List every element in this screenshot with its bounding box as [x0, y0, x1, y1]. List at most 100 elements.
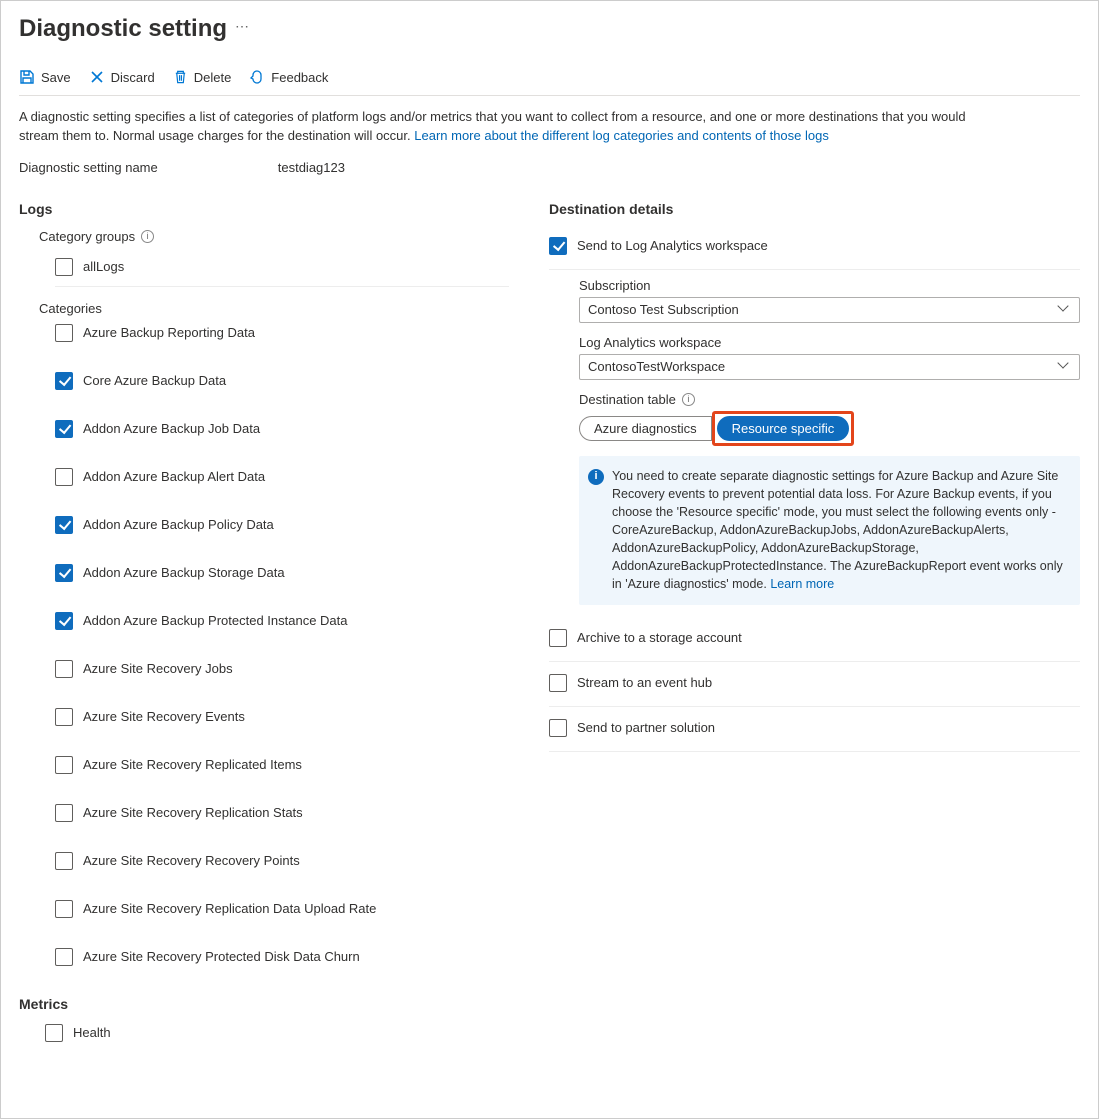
metrics-heading: Metrics — [19, 996, 509, 1012]
chevron-down-icon — [1059, 361, 1071, 373]
setting-name-label: Diagnostic setting name — [19, 160, 158, 175]
toggle-resource-specific[interactable]: Resource specific — [717, 416, 850, 441]
category-label: Azure Site Recovery Replication Data Upl… — [83, 901, 376, 916]
workspace-select[interactable]: ContosoTestWorkspace — [579, 354, 1080, 380]
category-label: Azure Site Recovery Replication Stats — [83, 805, 303, 820]
category-row: Addon Azure Backup Alert Data — [55, 468, 509, 486]
category-row: Azure Site Recovery Protected Disk Data … — [55, 948, 509, 966]
discard-button[interactable]: Discard — [89, 69, 155, 85]
divider — [19, 95, 1080, 96]
category-row: Addon Azure Backup Storage Data — [55, 564, 509, 582]
category-label: Azure Backup Reporting Data — [83, 325, 255, 340]
checkbox-category[interactable] — [55, 708, 73, 726]
checkbox-send-to-law[interactable] — [549, 237, 567, 255]
checkbox-category[interactable] — [55, 756, 73, 774]
category-label: Azure Site Recovery Jobs — [83, 661, 233, 676]
delete-icon — [173, 69, 188, 85]
category-label: Addon Azure Backup Alert Data — [83, 469, 265, 484]
highlight-box: Resource specific — [712, 411, 855, 446]
category-label: Azure Site Recovery Events — [83, 709, 245, 724]
category-row: Addon Azure Backup Protected Instance Da… — [55, 612, 509, 630]
delete-label: Delete — [194, 70, 232, 85]
category-groups-label: Category groups i — [39, 229, 509, 244]
info-learn-more-link[interactable]: Learn more — [770, 577, 834, 591]
metrics-health-label: Health — [73, 1025, 111, 1040]
checkbox-alllogs[interactable] — [55, 258, 73, 276]
checkbox-category[interactable] — [55, 420, 73, 438]
checkbox-destination[interactable] — [549, 629, 567, 647]
subscription-label: Subscription — [579, 278, 1080, 293]
checkbox-health[interactable] — [45, 1024, 63, 1042]
category-label: Addon Azure Backup Policy Data — [83, 517, 274, 532]
checkbox-category[interactable] — [55, 612, 73, 630]
category-row: Core Azure Backup Data — [55, 372, 509, 390]
checkbox-category[interactable] — [55, 852, 73, 870]
checkbox-category[interactable] — [55, 324, 73, 342]
checkbox-category[interactable] — [55, 372, 73, 390]
destination-heading: Destination details — [549, 201, 1080, 217]
description: A diagnostic setting specifies a list of… — [19, 108, 979, 146]
checkbox-category[interactable] — [55, 516, 73, 534]
checkbox-category[interactable] — [55, 660, 73, 678]
destination-label: Archive to a storage account — [577, 630, 742, 645]
feedback-label: Feedback — [271, 70, 328, 85]
checkbox-category[interactable] — [55, 948, 73, 966]
category-label: Azure Site Recovery Protected Disk Data … — [83, 949, 360, 964]
toggle-azure-diagnostics[interactable]: Azure diagnostics — [579, 416, 712, 441]
description-learn-more-link[interactable]: Learn more about the different log categ… — [414, 128, 829, 143]
setting-name-value: testdiag123 — [278, 160, 345, 175]
destination-option-row: Archive to a storage account — [549, 621, 1080, 662]
save-button[interactable]: Save — [19, 69, 71, 85]
save-icon — [19, 69, 35, 85]
category-row: Azure Site Recovery Events — [55, 708, 509, 726]
checkbox-category[interactable] — [55, 900, 73, 918]
category-label: Addon Azure Backup Job Data — [83, 421, 260, 436]
category-label: Addon Azure Backup Storage Data — [83, 565, 285, 580]
category-row: Azure Site Recovery Jobs — [55, 660, 509, 678]
checkbox-category[interactable] — [55, 804, 73, 822]
checkbox-category[interactable] — [55, 468, 73, 486]
category-row: Addon Azure Backup Policy Data — [55, 516, 509, 534]
category-row: Azure Site Recovery Replication Stats — [55, 804, 509, 822]
info-icon: i — [588, 469, 604, 485]
save-label: Save — [41, 70, 71, 85]
category-row: Addon Azure Backup Job Data — [55, 420, 509, 438]
more-menu-icon[interactable]: ⋯ — [235, 18, 249, 41]
category-row: Azure Backup Reporting Data — [55, 324, 509, 342]
checkbox-category[interactable] — [55, 564, 73, 582]
categories-label: Categories — [39, 301, 509, 316]
info-icon[interactable]: i — [141, 230, 154, 243]
chevron-down-icon — [1059, 304, 1071, 316]
send-to-law-label: Send to Log Analytics workspace — [577, 238, 768, 253]
category-row: Azure Site Recovery Replication Data Upl… — [55, 900, 509, 918]
destination-option-row: Stream to an event hub — [549, 666, 1080, 707]
subscription-value: Contoso Test Subscription — [588, 302, 739, 317]
workspace-label: Log Analytics workspace — [579, 335, 1080, 350]
category-row: Azure Site Recovery Recovery Points — [55, 852, 509, 870]
feedback-icon — [249, 69, 265, 85]
checkbox-destination[interactable] — [549, 719, 567, 737]
subscription-select[interactable]: Contoso Test Subscription — [579, 297, 1080, 323]
feedback-button[interactable]: Feedback — [249, 69, 328, 85]
alllogs-label: allLogs — [83, 259, 124, 274]
page-title: Diagnostic setting — [19, 15, 227, 43]
workspace-value: ContosoTestWorkspace — [588, 359, 725, 374]
discard-label: Discard — [111, 70, 155, 85]
category-row: Azure Site Recovery Replicated Items — [55, 756, 509, 774]
checkbox-destination[interactable] — [549, 674, 567, 692]
discard-icon — [89, 69, 105, 85]
category-label: Addon Azure Backup Protected Instance Da… — [83, 613, 348, 628]
delete-button[interactable]: Delete — [173, 69, 232, 85]
category-label: Azure Site Recovery Replicated Items — [83, 757, 302, 772]
destination-label: Send to partner solution — [577, 720, 715, 735]
info-panel: i You need to create separate diagnostic… — [579, 456, 1080, 605]
toolbar: Save Discard Delete Feedback — [19, 69, 1080, 85]
destination-label: Stream to an event hub — [577, 675, 712, 690]
dest-table-label: Destination table — [579, 392, 676, 407]
info-icon[interactable]: i — [682, 393, 695, 406]
destination-option-row: Send to partner solution — [549, 711, 1080, 752]
category-label: Core Azure Backup Data — [83, 373, 226, 388]
info-text: You need to create separate diagnostic s… — [612, 469, 1063, 592]
logs-heading: Logs — [19, 201, 509, 217]
category-label: Azure Site Recovery Recovery Points — [83, 853, 300, 868]
